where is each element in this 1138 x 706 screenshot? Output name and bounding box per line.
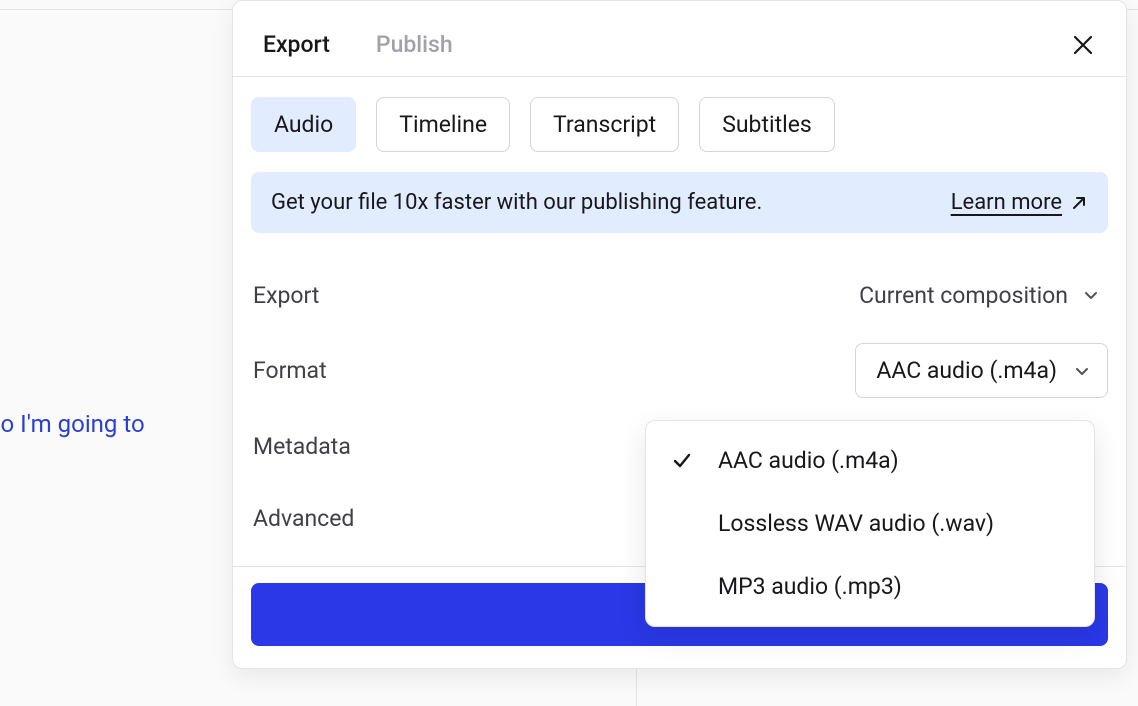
- format-row: Format AAC audio (.m4a): [251, 331, 1108, 410]
- dropdown-option-label: AAC audio (.m4a): [718, 447, 899, 474]
- close-icon: [1072, 34, 1094, 56]
- advanced-label: Advanced: [251, 505, 354, 532]
- format-select[interactable]: AAC audio (.m4a): [855, 343, 1108, 398]
- close-button[interactable]: [1070, 32, 1096, 58]
- background-transcript-text: . So I'm going to: [0, 410, 145, 438]
- banner-text: Get your file 10x faster with our publis…: [271, 190, 762, 215]
- format-label: Format: [251, 357, 327, 384]
- chevron-down-icon: [1082, 286, 1100, 304]
- dropdown-option-mp3[interactable]: MP3 audio (.mp3): [646, 555, 1094, 618]
- export-type-pills: Audio Timeline Transcript Subtitles: [251, 97, 1108, 152]
- dropdown-option-label: MP3 audio (.mp3): [718, 573, 902, 600]
- check-icon: [668, 450, 696, 472]
- format-dropdown: AAC audio (.m4a) Lossless WAV audio (.wa…: [645, 420, 1095, 627]
- dropdown-option-wav[interactable]: Lossless WAV audio (.wav): [646, 492, 1094, 555]
- pill-audio[interactable]: Audio: [251, 97, 356, 152]
- pill-subtitles[interactable]: Subtitles: [699, 97, 835, 152]
- dropdown-option-label: Lossless WAV audio (.wav): [718, 510, 994, 537]
- pill-timeline[interactable]: Timeline: [376, 97, 510, 152]
- format-value: AAC audio (.m4a): [876, 357, 1057, 384]
- header-tabs: Export Publish: [263, 31, 453, 58]
- learn-more-label: Learn more: [951, 190, 1062, 215]
- dropdown-option-aac[interactable]: AAC audio (.m4a): [646, 429, 1094, 492]
- pill-transcript[interactable]: Transcript: [530, 97, 679, 152]
- chevron-down-icon: [1073, 362, 1091, 380]
- modal-header: Export Publish: [233, 1, 1126, 77]
- learn-more-link[interactable]: Learn more: [951, 190, 1088, 215]
- tab-export[interactable]: Export: [263, 31, 330, 58]
- tab-publish[interactable]: Publish: [376, 31, 453, 58]
- export-scope-label: Export: [251, 282, 319, 309]
- external-link-icon: [1070, 194, 1088, 212]
- export-scope-value: Current composition: [859, 282, 1068, 309]
- metadata-label: Metadata: [251, 433, 351, 460]
- export-scope-row: Export Current composition: [251, 259, 1108, 331]
- export-scope-select[interactable]: Current composition: [859, 282, 1108, 309]
- publish-banner: Get your file 10x faster with our publis…: [251, 172, 1108, 233]
